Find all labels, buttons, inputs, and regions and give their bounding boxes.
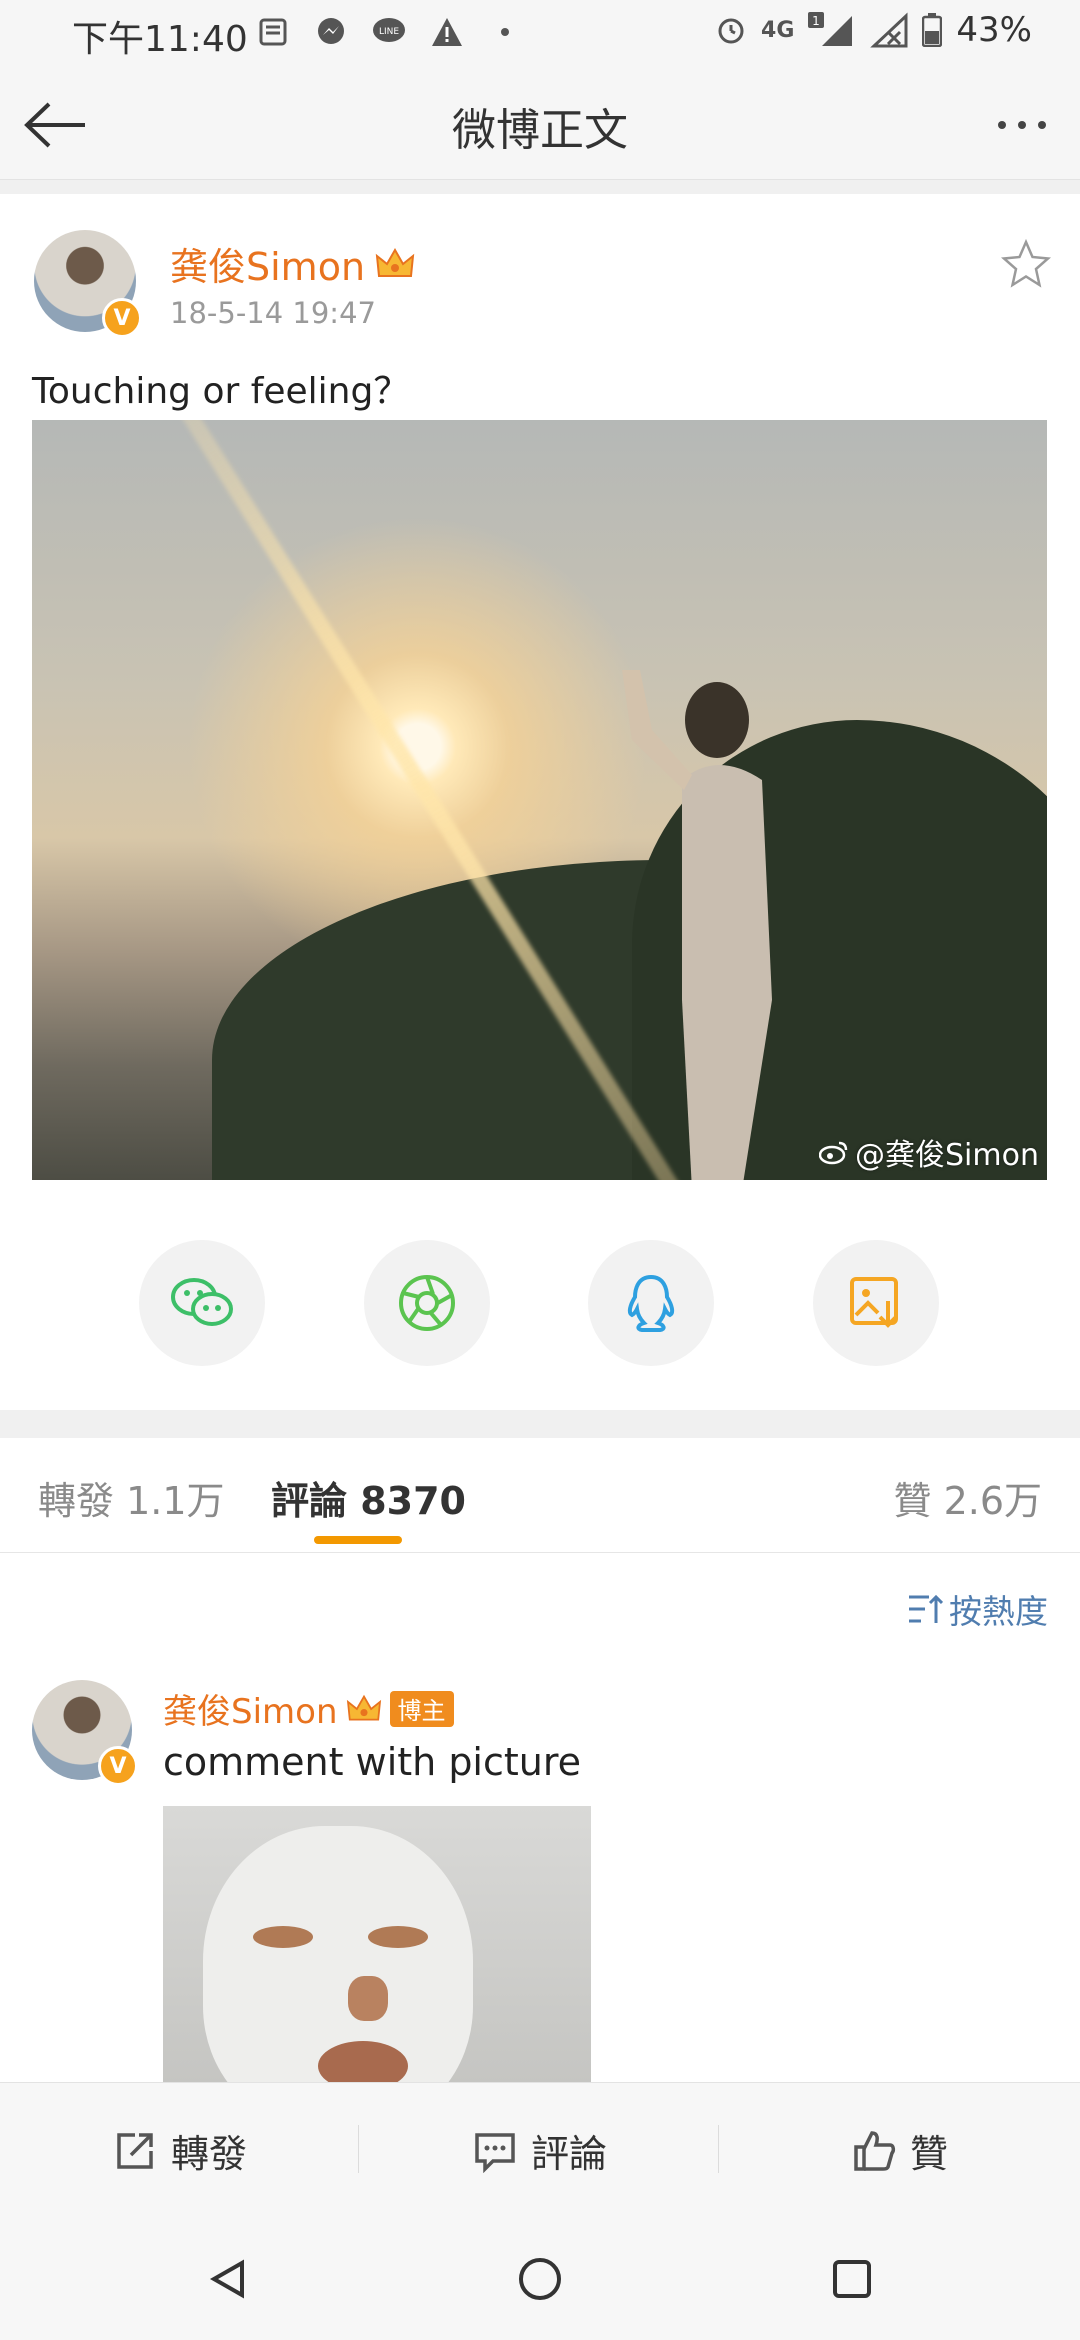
warning-icon	[429, 14, 465, 50]
system-nav-bar	[0, 2217, 1080, 2340]
line-icon: LINE	[371, 14, 407, 50]
nav-home-button[interactable]	[508, 2247, 572, 2311]
repost-icon	[117, 2132, 153, 2169]
tab-likes[interactable]: 贊 2.6万	[893, 1470, 1042, 1525]
post-author-name-row[interactable]: 龚俊Simon	[170, 236, 415, 291]
like-button[interactable]: 贊	[720, 2083, 1080, 2218]
status-time: 下午11:40	[72, 19, 248, 60]
signal-2-icon	[870, 12, 908, 48]
alarm-icon	[718, 18, 744, 44]
app-header: 微博正文	[0, 70, 1080, 180]
crown-icon	[375, 247, 415, 277]
triangle-back-icon	[209, 2259, 244, 2299]
image-face-mask	[203, 1826, 473, 2084]
verified-badge-icon: V	[98, 1746, 138, 1786]
share-wechat-button[interactable]	[139, 1240, 265, 1366]
repost-button[interactable]: 轉發	[0, 2083, 360, 2218]
sort-button[interactable]: 按熱度	[907, 1585, 1048, 1633]
more-dot-icon	[1018, 121, 1026, 129]
image-eye	[253, 1926, 313, 1948]
sort-icon	[909, 1594, 943, 1623]
author-badge: 博主	[389, 1690, 454, 1727]
bottom-action-bar: 轉發 評論 贊	[0, 2082, 1080, 2217]
crown-icon	[346, 1694, 381, 1721]
share-row	[0, 1240, 1080, 1370]
tab-indicator	[314, 1536, 402, 1544]
comment-label: 評論	[530, 2132, 607, 2176]
comment-icon	[475, 2132, 515, 2173]
status-bar: 下午11:40 LINE 4G 1 43%	[0, 0, 1080, 70]
sim-badge: 1	[813, 14, 821, 28]
comment-tabs: 轉發 1.1万 評論 8370 贊 2.6万	[0, 1438, 1080, 1553]
image-watermark: @龚俊Simon	[819, 1130, 1039, 1174]
more-options-button[interactable]	[982, 92, 1062, 158]
action-divider	[718, 2125, 719, 2173]
sort-label: 按熱度	[949, 1592, 1048, 1631]
nav-recents-button[interactable]	[820, 2247, 884, 2311]
section-divider	[0, 1410, 1080, 1438]
signal-icon: 1	[808, 12, 853, 46]
watermark-text: @龚俊Simon	[855, 1138, 1039, 1173]
share-moments-button[interactable]	[364, 1240, 490, 1366]
comment-author-row[interactable]: 龚俊Simon 博主	[163, 1684, 454, 1733]
more-dot-icon	[998, 121, 1006, 129]
verified-badge-icon: V	[102, 298, 142, 338]
comment-image[interactable]	[163, 1806, 591, 2084]
tab-comments[interactable]: 評論 8370	[271, 1470, 466, 1525]
repost-label: 轉發	[170, 2132, 247, 2176]
favorite-button[interactable]	[1000, 238, 1052, 290]
more-dot-icon	[1038, 121, 1046, 129]
comment-author-avatar[interactable]: V	[32, 1680, 138, 1786]
news-icon	[255, 14, 291, 50]
system-status: 4G 1 43%	[715, 10, 1032, 50]
image-person-silhouette	[622, 670, 772, 1180]
wechat-icon	[171, 1278, 233, 1326]
page-title: 微博正文	[452, 105, 628, 156]
image-mouth	[318, 2041, 408, 2084]
save-image-icon	[850, 1277, 898, 1328]
post-timestamp: 18-5-14 19:47	[170, 296, 376, 330]
comment-author-name[interactable]: 龚俊Simon	[163, 1684, 338, 1733]
moments-icon	[399, 1275, 455, 1331]
circle-home-icon	[519, 2258, 561, 2300]
network-type: 4G	[761, 17, 795, 43]
star-icon	[1000, 238, 1052, 288]
dot-icon	[487, 14, 523, 50]
image-eye	[368, 1926, 428, 1948]
svg-text:LINE: LINE	[379, 27, 399, 37]
action-divider	[358, 2125, 359, 2173]
share-qq-button[interactable]	[588, 1240, 714, 1366]
qq-icon	[627, 1274, 675, 1332]
post-image[interactable]: @龚俊Simon	[32, 420, 1047, 1180]
battery-percent: 43%	[956, 10, 1032, 50]
square-recents-icon	[833, 2260, 871, 2298]
post-author-name[interactable]: 龚俊Simon	[170, 236, 365, 291]
thumbs-up-icon	[854, 2130, 896, 2171]
comment-button[interactable]: 評論	[360, 2083, 720, 2218]
image-nose	[348, 1976, 388, 2021]
post-text: Touching or feeling？	[32, 371, 410, 412]
section-divider	[0, 180, 1080, 194]
notification-icons: LINE	[255, 12, 523, 52]
nav-back-button[interactable]	[196, 2247, 260, 2311]
messenger-icon	[313, 14, 349, 50]
comment-text: comment with picture	[163, 1740, 582, 1784]
like-label: 贊	[909, 2132, 948, 2176]
tab-repost[interactable]: 轉發 1.1万	[38, 1470, 225, 1525]
save-image-button[interactable]	[813, 1240, 939, 1366]
post-author-avatar[interactable]: V	[34, 230, 142, 338]
weibo-logo-icon	[819, 1141, 848, 1165]
battery-icon	[922, 13, 943, 47]
